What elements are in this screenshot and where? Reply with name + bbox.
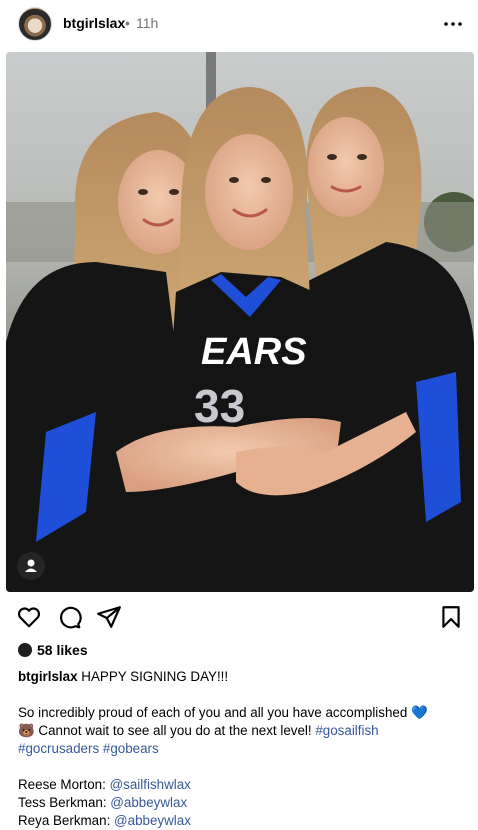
caption-username[interactable]: btgirlslax xyxy=(18,669,78,684)
mention-link[interactable]: @sailfishwlax xyxy=(110,777,191,792)
caption-text-2: Cannot wait to see all you do at the nex… xyxy=(38,723,312,738)
mention-link[interactable]: @abbeywlax xyxy=(114,813,191,828)
caption-headline: HAPPY SIGNING DAY!!! xyxy=(81,669,229,684)
team-photo: EARS 33 xyxy=(6,52,474,592)
name-line: Tess Berkman: @abbeywlax xyxy=(18,794,463,812)
name-label: Reya Berkman: xyxy=(18,813,111,828)
mention-link[interactable]: @abbeywlax xyxy=(110,795,187,810)
caption-line-3: #gocrusaders #gobears xyxy=(18,740,463,758)
post-time[interactable]: 11h xyxy=(136,15,158,31)
post-header: btgirlslax • 11h xyxy=(0,0,478,48)
more-horizontal-icon[interactable] xyxy=(441,12,465,36)
user-tag-icon[interactable] xyxy=(17,552,45,580)
hashtag-gosailfish[interactable]: #gosailfish xyxy=(315,723,378,738)
likes-count[interactable]: 58 likes xyxy=(37,642,88,658)
post-caption: btgirlslax HAPPY SIGNING DAY!!! So incre… xyxy=(18,668,463,830)
hashtag-gocrusaders[interactable]: #gocrusaders xyxy=(18,741,99,756)
post-username[interactable]: btgirlslax xyxy=(63,15,125,31)
caption-line-2: 🐻 Cannot wait to see all you do at the n… xyxy=(18,722,463,740)
bear-icon: 🐻 xyxy=(18,723,35,738)
bookmark-icon[interactable] xyxy=(438,604,464,630)
profile-avatar[interactable] xyxy=(18,7,52,41)
jersey-text: EARS xyxy=(201,331,307,373)
action-bar xyxy=(0,600,478,634)
heart-icon[interactable] xyxy=(16,604,42,630)
comment-icon[interactable] xyxy=(56,604,82,630)
liker-avatar xyxy=(18,643,32,657)
send-icon[interactable] xyxy=(96,604,122,630)
post-photo[interactable]: EARS 33 xyxy=(6,52,474,592)
name-label: Reese Morton: xyxy=(18,777,106,792)
name-line: Reya Berkman: @abbeywlax xyxy=(18,812,463,830)
blue-heart-icon: 💙 xyxy=(411,705,428,720)
name-line: Reese Morton: @sailfishwlax xyxy=(18,776,463,794)
time-separator: • xyxy=(125,15,130,31)
svg-text:33: 33 xyxy=(194,380,245,432)
name-label: Tess Berkman: xyxy=(18,795,107,810)
caption-text-1: So incredibly proud of each of you and a… xyxy=(18,705,408,720)
hashtag-gobears[interactable]: #gobears xyxy=(103,741,159,756)
caption-line-1: So incredibly proud of each of you and a… xyxy=(18,704,463,722)
caption-headline-line: btgirlslax HAPPY SIGNING DAY!!! xyxy=(18,668,463,686)
